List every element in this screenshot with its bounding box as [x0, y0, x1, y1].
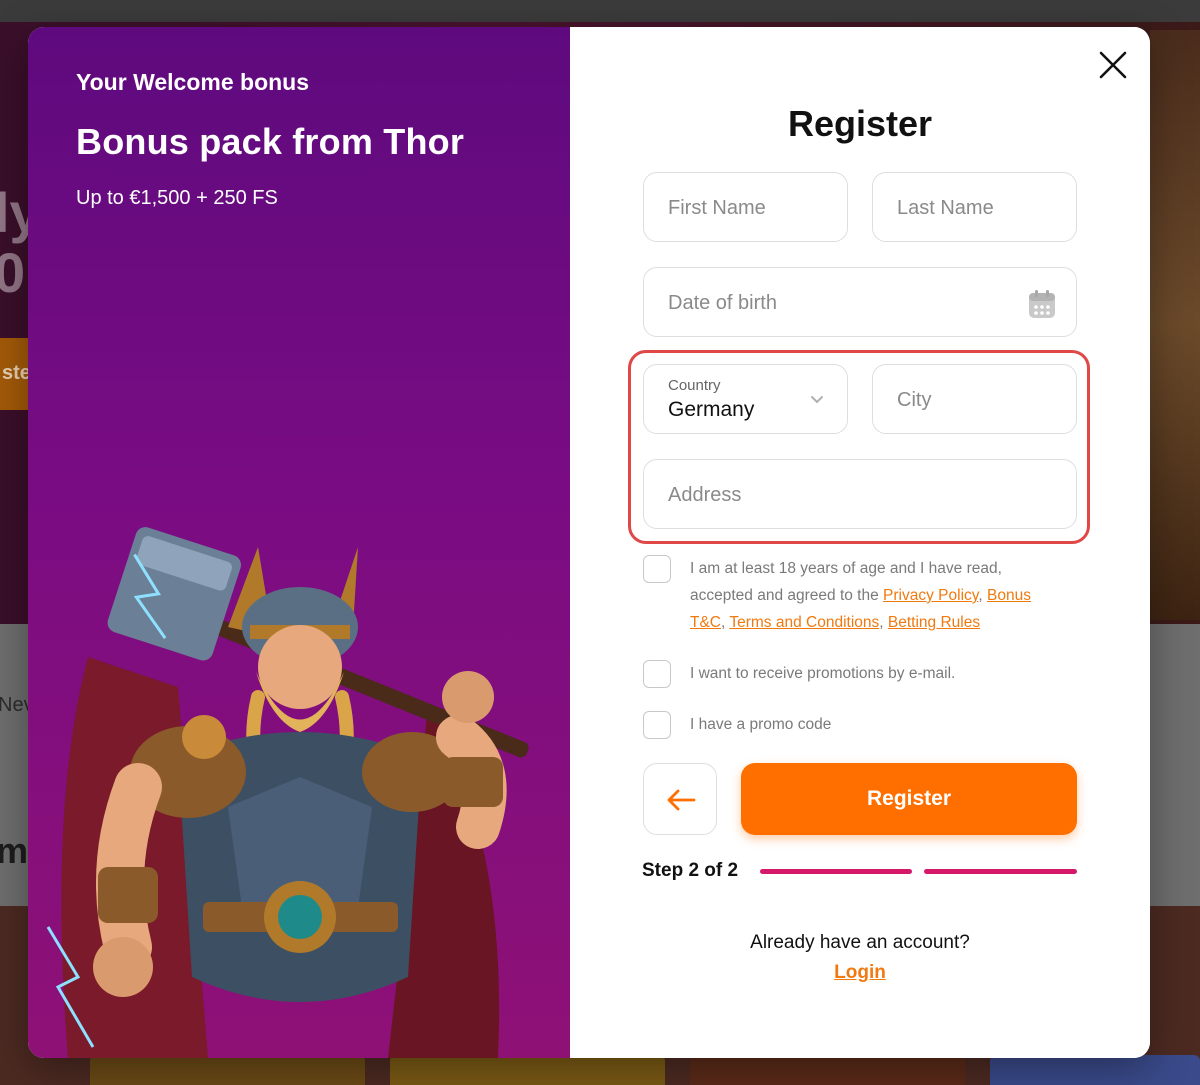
- address-placeholder: Address: [668, 484, 742, 506]
- city-placeholder: City: [897, 389, 932, 411]
- calendar-icon[interactable]: [1028, 289, 1056, 319]
- country-value: Germany: [668, 398, 755, 421]
- register-form-panel: Register First Name Last Name Date of bi…: [570, 27, 1150, 1058]
- country-select[interactable]: Country Germany: [643, 364, 848, 434]
- date-of-birth-placeholder: Date of birth: [668, 292, 777, 314]
- privacy-policy-link[interactable]: Privacy Policy: [883, 587, 978, 604]
- age-consent-text: I am at least 18 years of age and I have…: [690, 560, 1031, 631]
- login-link[interactable]: Login: [570, 962, 1150, 984]
- thor-illustration: [46, 527, 529, 1058]
- country-label: Country: [668, 377, 721, 394]
- background-game-tile: [90, 1055, 365, 1085]
- bonus-kicker: Your Welcome bonus: [76, 69, 310, 95]
- background-game-tile: [690, 1055, 965, 1085]
- promo-code-label: I have a promo code: [690, 716, 832, 733]
- background-game-tile: [390, 1055, 665, 1085]
- city-field[interactable]: City: [872, 364, 1077, 434]
- promotions-label: I want to receive promotions by e-mail.: [690, 665, 956, 682]
- chevron-down-icon: [811, 396, 823, 404]
- address-field[interactable]: Address: [643, 459, 1077, 529]
- background-hero-text: 0: [0, 241, 26, 304]
- first-name-field[interactable]: First Name: [643, 172, 848, 242]
- form-title: Register: [787, 103, 933, 144]
- background-game-tile: [990, 1055, 1200, 1085]
- step-progress-bar: [924, 869, 1077, 874]
- bonus-subtitle: Up to €1,500 + 250 FS: [76, 187, 278, 209]
- welcome-bonus-panel: Your Welcome bonus Bonus pack from Thor …: [28, 27, 570, 1058]
- already-have-account-text: Already have an account?: [750, 932, 970, 953]
- promotions-checkbox[interactable]: [643, 660, 671, 688]
- date-of-birth-field[interactable]: Date of birth: [643, 267, 1077, 337]
- background-section-heading: m: [0, 830, 29, 871]
- register-button[interactable]: Register: [741, 763, 1077, 835]
- first-name-placeholder: First Name: [668, 197, 766, 219]
- back-button[interactable]: [643, 763, 717, 835]
- background-topbar: [0, 0, 1200, 22]
- background-hero-art: [1150, 30, 1200, 620]
- promo-code-checkbox[interactable]: [643, 711, 671, 739]
- age-consent-checkbox[interactable]: [643, 555, 671, 583]
- close-icon[interactable]: [1095, 47, 1131, 83]
- last-name-placeholder: Last Name: [897, 197, 994, 219]
- step-progress-bar: [760, 869, 912, 874]
- register-modal: Your Welcome bonus Bonus pack from Thor …: [28, 27, 1150, 1058]
- step-indicator: Step 2 of 2: [642, 860, 739, 881]
- arrow-left-icon: [667, 789, 696, 811]
- last-name-field[interactable]: Last Name: [872, 172, 1077, 242]
- betting-rules-link[interactable]: Betting Rules: [888, 614, 980, 631]
- terms-conditions-link[interactable]: Terms and Conditions: [729, 614, 879, 631]
- bonus-title: Bonus pack from Thor: [76, 121, 465, 162]
